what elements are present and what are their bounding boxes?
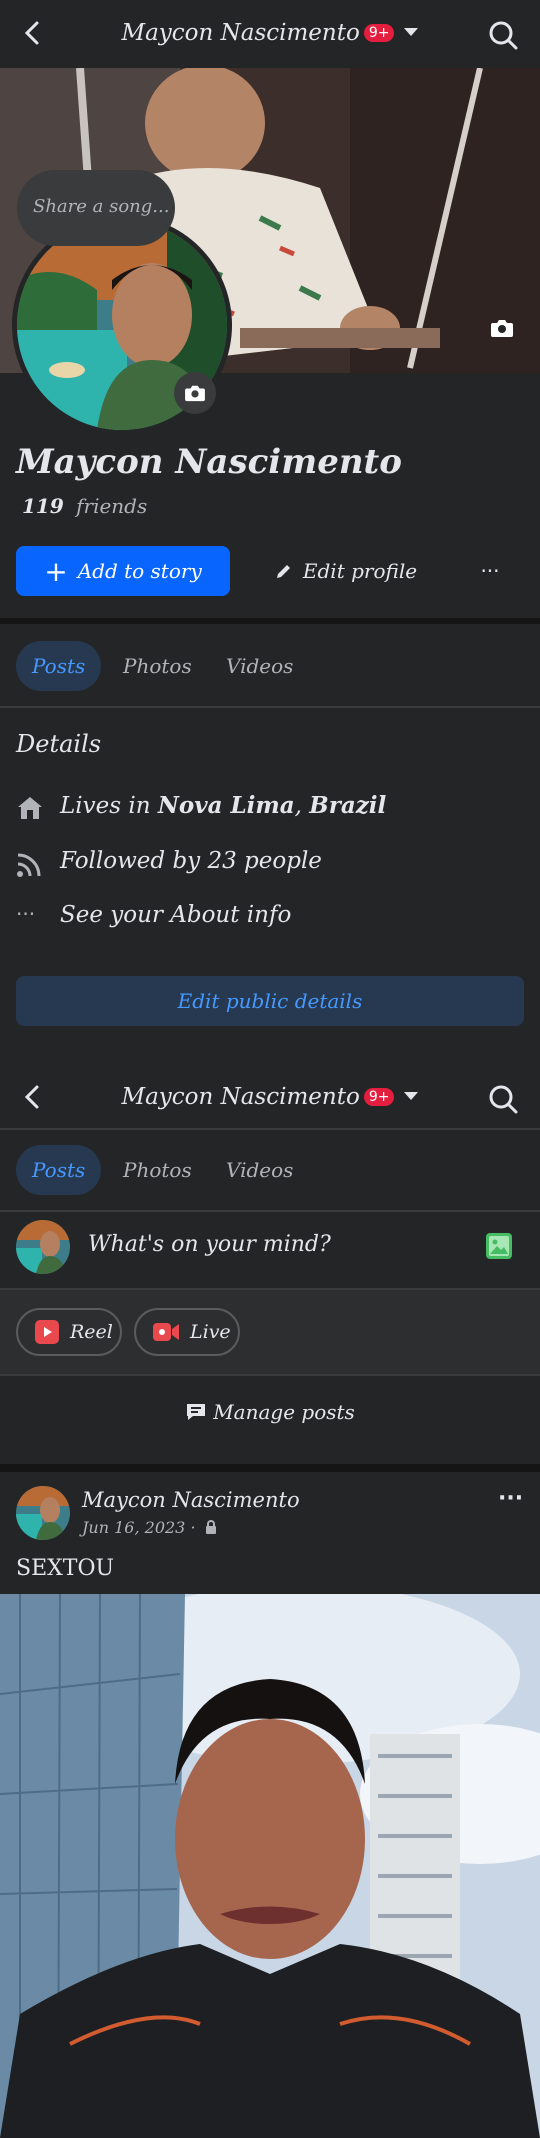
tab-photos[interactable]: Photos <box>107 641 208 691</box>
edit-profile-button[interactable]: Edit profile <box>240 546 452 596</box>
header-title: Maycon Nascimento <box>121 20 360 46</box>
reel-label: Reel <box>70 1321 113 1343</box>
see-about-link[interactable]: See your About info <box>60 902 291 928</box>
lives-city[interactable]: Nova Lima <box>158 792 295 819</box>
plus-icon: + <box>44 554 68 588</box>
tab-posts[interactable]: Posts <box>16 1145 102 1195</box>
lives-country[interactable]: Brazil <box>309 792 386 819</box>
section-divider <box>0 1464 540 1472</box>
lives-sep: , <box>294 793 302 819</box>
header-title-wrap[interactable]: Maycon Nascimento 9+ <box>0 20 540 46</box>
notification-badge: 9+ <box>363 24 395 42</box>
section-divider <box>0 618 540 624</box>
search-icon[interactable] <box>488 20 518 50</box>
live-label: Live <box>190 1321 231 1343</box>
search-icon[interactable] <box>488 1084 518 1114</box>
lives-in-row: Lives in Nova Lima, Brazil <box>60 792 386 819</box>
post-options-icon[interactable]: ··· <box>498 1486 523 1511</box>
tab-photos[interactable]: Photos <box>107 1145 208 1195</box>
header-title: Maycon Nascimento <box>121 1084 360 1110</box>
tab-videos[interactable]: Videos <box>210 641 309 691</box>
post-date: Jun 16, 2023 · <box>82 1518 196 1537</box>
more-options-button[interactable]: ··· <box>462 546 518 596</box>
header-title-wrap[interactable]: Maycon Nascimento 9+ <box>0 1084 540 1110</box>
followed-by-text: Followed by 23 people <box>60 848 322 874</box>
chevron-down-icon <box>404 28 419 36</box>
top-bar: Maycon Nascimento 9+ <box>0 0 540 68</box>
post-text: SEXTOU <box>16 1556 115 1581</box>
post-meta: Jun 16, 2023 · <box>82 1518 217 1537</box>
edit-public-details-button[interactable]: Edit public details <box>16 976 524 1026</box>
more-dots-icon: ··· <box>16 902 36 926</box>
home-icon <box>18 797 42 819</box>
add-to-story-button[interactable]: + Add to story <box>16 546 230 596</box>
cover-camera-icon[interactable] <box>490 318 514 342</box>
lives-prefix: Lives in <box>60 793 151 819</box>
tabs-divider <box>0 706 540 708</box>
profile-name: Maycon Nascimento <box>16 442 402 482</box>
avatar-camera-button[interactable] <box>174 372 216 414</box>
bar-divider <box>0 1128 540 1130</box>
more-icon: ··· <box>480 559 500 583</box>
chevron-down-icon <box>404 1092 419 1100</box>
friends-count: 119 <box>22 494 64 518</box>
post-author-name[interactable]: Maycon Nascimento <box>82 1488 300 1512</box>
pencil-icon <box>276 565 290 578</box>
add-story-label: Add to story <box>77 559 202 583</box>
song-prompt: Share a song... <box>33 196 170 217</box>
composer-input[interactable]: What's on your mind? <box>88 1232 331 1257</box>
reel-chip[interactable]: Reel <box>16 1308 122 1356</box>
post-photo[interactable] <box>0 1594 540 2138</box>
manage-posts-icon <box>187 1404 206 1420</box>
edit-profile-label: Edit profile <box>302 559 418 583</box>
top-bar-2: Maycon Nascimento 9+ <box>0 1064 540 1132</box>
chips-divider <box>0 1374 540 1376</box>
friends-label: friends <box>76 494 148 518</box>
composer-avatar[interactable] <box>16 1220 70 1274</box>
tabs-divider <box>0 1210 540 1212</box>
notification-badge: 9+ <box>363 1088 395 1106</box>
live-chip[interactable]: Live <box>134 1308 240 1356</box>
reel-icon <box>35 1320 59 1344</box>
manage-posts-button[interactable]: Manage posts <box>0 1400 540 1424</box>
tab-posts[interactable]: Posts <box>16 641 102 691</box>
song-bubble[interactable]: Share a song... <box>17 170 175 246</box>
edit-public-label: Edit public details <box>177 989 363 1013</box>
manage-posts-label: Manage posts <box>213 1400 355 1424</box>
photo-upload-icon[interactable] <box>486 1233 512 1259</box>
camera-icon <box>185 385 205 402</box>
post-author-avatar[interactable] <box>16 1486 70 1540</box>
details-heading: Details <box>16 730 102 758</box>
friends-count-row[interactable]: 119 friends <box>22 494 147 518</box>
live-video-icon <box>153 1323 179 1341</box>
tab-videos[interactable]: Videos <box>210 1145 309 1195</box>
rss-follow-icon <box>17 853 41 877</box>
lock-icon <box>205 1520 216 1534</box>
